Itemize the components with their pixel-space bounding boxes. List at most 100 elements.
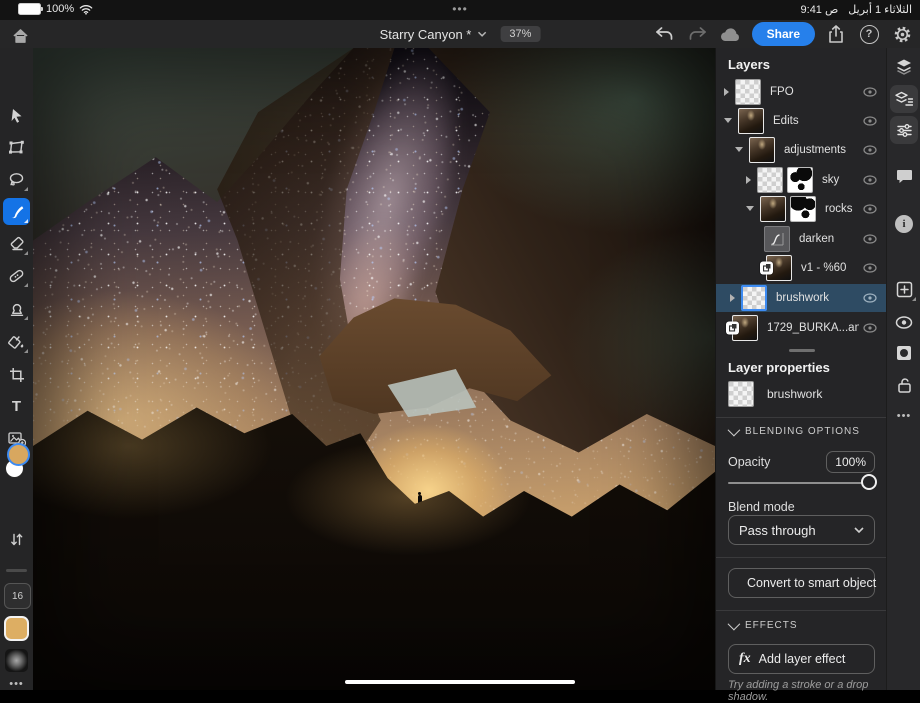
help-icon[interactable]: ? <box>857 22 881 46</box>
visibility-eye-icon[interactable] <box>863 293 877 303</box>
brush-tip-swatch[interactable] <box>5 649 28 672</box>
visibility-eye-icon[interactable] <box>863 86 877 97</box>
layer-mask-icon[interactable] <box>890 339 918 367</box>
eraser-tool-icon[interactable] <box>3 230 30 257</box>
type-tool-icon[interactable]: T <box>3 393 30 420</box>
blending-options-label: BLENDING OPTIONS <box>745 426 860 437</box>
visibility-eye-icon[interactable] <box>863 203 877 214</box>
export-icon[interactable] <box>824 22 848 46</box>
layer-row-fpo[interactable]: FPO <box>716 77 887 106</box>
status-date: الثلاثاء 1 أبريل <box>848 4 912 16</box>
visibility-eye-icon[interactable] <box>863 262 877 273</box>
healing-brush-tool-icon[interactable] <box>3 262 30 289</box>
effects-header[interactable]: EFFECTS <box>727 617 798 631</box>
foreground-color-swatch[interactable] <box>7 443 30 466</box>
swap-colors-icon[interactable] <box>3 526 30 553</box>
app-toolbar: Starry Canyon * 37% Share ? <box>0 20 920 49</box>
status-menu-dots[interactable]: ••• <box>0 2 920 16</box>
visibility-eye-icon[interactable] <box>863 233 877 244</box>
layer-row-rocks[interactable]: rocks <box>716 194 887 223</box>
layer-name: 1729_BURKA...anced-NR33 <box>767 321 859 334</box>
layer-thumbnail <box>726 314 758 341</box>
add-layer-effect-button[interactable]: fx Add layer effect <box>728 644 875 674</box>
chevron-down-icon <box>727 617 741 631</box>
status-time: 9:41 ص <box>800 4 839 16</box>
layer-row-adjustments[interactable]: adjustments <box>716 135 887 164</box>
move-tool-icon[interactable] <box>3 102 30 129</box>
transform-tool-icon[interactable] <box>3 134 30 161</box>
slider-knob[interactable] <box>861 474 877 490</box>
blending-options-header[interactable]: BLENDING OPTIONS <box>727 423 860 437</box>
brush-color-swatch[interactable] <box>4 616 29 641</box>
canvas[interactable] <box>33 48 715 690</box>
chevron-down-icon <box>477 31 486 37</box>
clone-stamp-tool-icon[interactable] <box>3 295 30 322</box>
layer-properties-title: Layer properties <box>728 360 830 375</box>
visibility-eye-icon[interactable] <box>863 322 877 333</box>
layers-panel-icon[interactable] <box>890 52 918 80</box>
visibility-eye-icon[interactable] <box>863 115 877 126</box>
zoom-level-badge[interactable]: 37% <box>500 26 541 42</box>
blend-mode-dropdown[interactable]: Pass through <box>728 515 875 545</box>
lasso-tool-icon[interactable] <box>3 166 30 193</box>
more-tools-icon[interactable]: ••• <box>0 678 33 690</box>
layer-name: brushwork <box>776 292 830 304</box>
expander-icon[interactable] <box>746 206 754 211</box>
adjustments-panel-icon[interactable] <box>890 116 918 144</box>
layer-row-brushwork-selected[interactable]: brushwork <box>716 284 887 312</box>
divider <box>716 557 887 558</box>
document-title[interactable]: Starry Canyon * <box>380 27 487 42</box>
add-layer-effect-label: Add layer effect <box>758 652 846 666</box>
add-layer-icon[interactable] <box>890 275 918 303</box>
layer-thumbnail <box>749 136 775 163</box>
smart-object-badge-icon <box>726 321 739 334</box>
layer-name: darken <box>799 232 835 245</box>
fx-icon: fx <box>739 651 751 666</box>
comments-panel-icon[interactable] <box>890 162 918 190</box>
layer-name: sky <box>822 173 840 186</box>
expander-icon[interactable] <box>724 118 732 123</box>
visibility-eye-icon[interactable] <box>863 174 877 185</box>
convert-smart-object-button[interactable]: Convert to smart object <box>728 568 876 598</box>
opacity-value-box[interactable]: 100% <box>826 451 875 473</box>
layer-properties-panel-icon[interactable] <box>890 85 918 113</box>
effects-hint-text: Try adding a stroke or a drop shadow. <box>728 679 869 703</box>
layer-row-darken[interactable]: darken <box>716 224 887 253</box>
opacity-slider[interactable] <box>728 474 877 492</box>
opacity-row: Opacity 100% <box>728 451 875 473</box>
properties-layer-name: brushwork <box>767 387 823 401</box>
expander-icon[interactable] <box>724 87 729 96</box>
properties-layer-thumbnail <box>728 381 754 407</box>
layer-row-sky[interactable]: sky <box>716 165 887 194</box>
panel-splitter-handle[interactable] <box>788 349 815 352</box>
brush-size-badge[interactable]: 16 <box>4 583 31 609</box>
layer-row-edits[interactable]: Edits <box>716 106 887 135</box>
home-indicator[interactable] <box>345 680 575 684</box>
layer-row-background-image[interactable]: 1729_BURKA...anced-NR33 <box>716 313 887 342</box>
expander-icon[interactable] <box>746 175 751 184</box>
toggle-visibility-icon[interactable] <box>890 308 918 336</box>
brush-tool-icon[interactable] <box>3 198 30 225</box>
expander-icon[interactable] <box>735 147 743 152</box>
blend-mode-label: Blend mode <box>728 500 795 514</box>
undo-icon[interactable] <box>653 22 677 46</box>
info-icon[interactable]: i <box>890 210 918 238</box>
layer-thumbnail <box>760 254 792 281</box>
crop-tool-icon[interactable] <box>3 361 30 388</box>
layers-panel-title: Layers <box>728 57 770 72</box>
expander-icon[interactable] <box>730 294 735 302</box>
layer-thumbnail <box>760 195 786 222</box>
settings-gear-icon[interactable] <box>890 22 914 46</box>
lock-icon[interactable] <box>890 371 918 399</box>
cloud-sync-icon[interactable] <box>719 22 743 46</box>
more-options-icon[interactable]: ••• <box>887 410 920 422</box>
redo-icon[interactable] <box>686 22 710 46</box>
visibility-eye-icon[interactable] <box>863 144 877 155</box>
layer-name: v1 - %60 <box>801 261 847 274</box>
slider-track[interactable] <box>728 482 875 484</box>
layer-thumbnail <box>757 166 783 193</box>
share-button[interactable]: Share <box>751 22 815 46</box>
layer-row-v1[interactable]: v1 - %60 <box>716 253 887 282</box>
home-icon[interactable] <box>8 24 32 48</box>
fill-tool-icon[interactable] <box>3 328 30 355</box>
